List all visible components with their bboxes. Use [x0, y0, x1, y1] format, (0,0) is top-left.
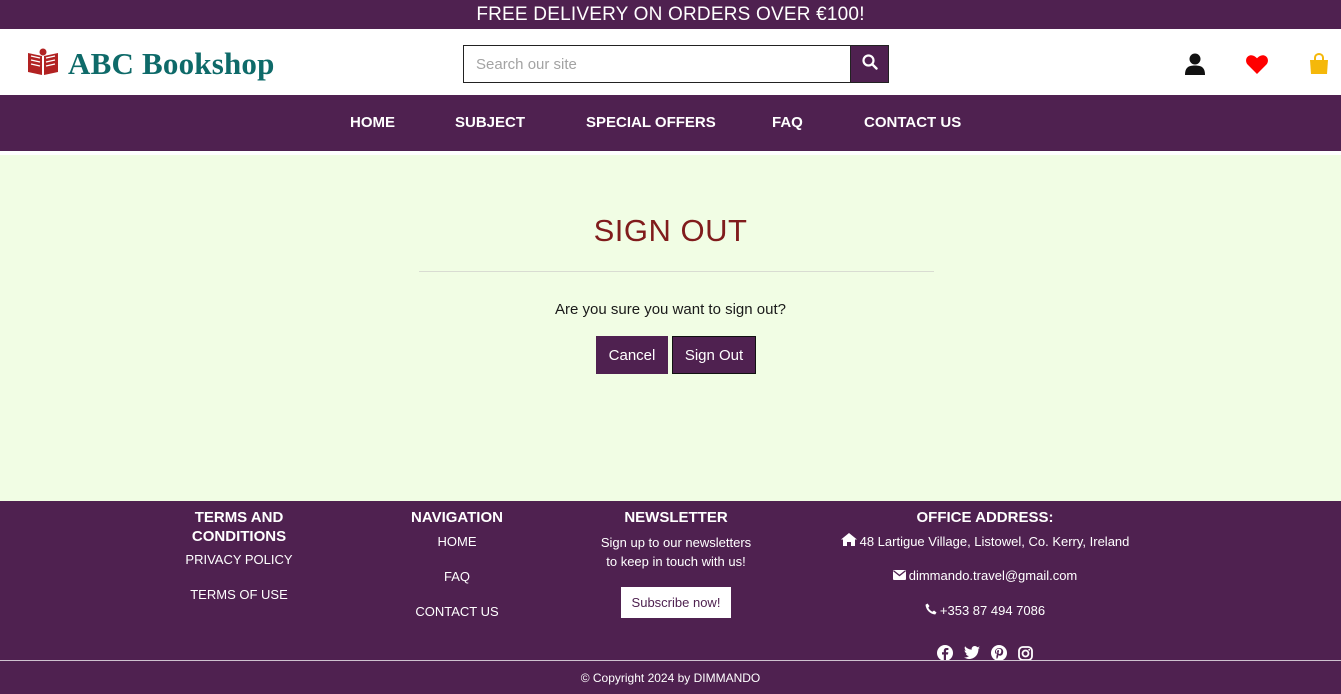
logo[interactable]: ABC Bookshop [26, 46, 275, 82]
facebook-icon[interactable] [936, 645, 953, 661]
newsletter-text-line2: to keep in touch with us! [606, 554, 746, 569]
copyright-text: © Copyright 2024 by DIMMANDO [580, 671, 761, 685]
nav-item-faq[interactable]: FAQ [772, 95, 803, 151]
footer-navigation-column: NAVIGATION HOME FAQ CONTACT US [392, 508, 522, 619]
instagram-icon[interactable] [1018, 645, 1034, 661]
footer-newsletter-heading: NEWSLETTER [624, 509, 728, 526]
footer-faq-link[interactable]: FAQ [392, 569, 522, 584]
nav-item-subject[interactable]: SUBJECT [455, 95, 525, 151]
pinterest-icon[interactable] [990, 645, 1007, 661]
sign-out-question: Are you sure you want to sign out? [555, 301, 786, 318]
home-icon [840, 533, 857, 549]
footer-terms-column: TERMS AND CONDITIONS PRIVACY POLICY TERM… [164, 508, 314, 602]
site-footer: TERMS AND CONDITIONS PRIVACY POLICY TERM… [0, 501, 1341, 694]
sign-out-section: SIGN OUT Are you sure you want to sign o… [0, 151, 1341, 501]
footer-terms-heading-line1: TERMS AND [194, 509, 284, 526]
open-book-icon [26, 47, 60, 82]
footer-home-link[interactable]: HOME [392, 534, 522, 549]
site-header: ABC Bookshop [0, 29, 1341, 95]
office-email: dimmando.travel@gmail.com [835, 568, 1135, 583]
terms-of-use-link[interactable]: TERMS OF USE [164, 587, 314, 602]
search-icon [861, 53, 878, 75]
footer-terms-heading-line2: CONDITIONS [191, 528, 287, 545]
sign-out-button[interactable]: Sign Out [672, 336, 756, 374]
office-phone: +353 87 494 7086 [835, 603, 1135, 618]
footer-navigation-heading: NAVIGATION [411, 509, 503, 526]
office-email-text[interactable]: dimmando.travel@gmail.com [909, 568, 1078, 583]
office-address-text: 48 Lartigue Village, Listowel, Co. Kerry… [859, 533, 1130, 549]
search-button[interactable] [850, 45, 889, 83]
heart-icon[interactable] [1246, 53, 1268, 75]
footer-divider [0, 660, 1341, 661]
cancel-button[interactable]: Cancel [596, 336, 668, 374]
footer-office-column: OFFICE ADDRESS: 48 Lartigue Village, Lis… [835, 508, 1135, 668]
page-title: SIGN OUT [593, 213, 748, 248]
newsletter-text-line1: Sign up to our newsletters [600, 535, 752, 550]
search-form [463, 45, 889, 83]
shopping-bag-icon[interactable] [1308, 53, 1330, 75]
logo-text: ABC Bookshop [68, 46, 275, 81]
title-divider [419, 271, 934, 272]
nav-item-home[interactable]: HOME [350, 95, 395, 151]
footer-newsletter-column: NEWSLETTER Sign up to our newsletters to… [586, 508, 766, 618]
nav-item-special-offers[interactable]: SPECIAL OFFERS [586, 95, 716, 151]
main-nav: HOME SUBJECT SPECIAL OFFERS FAQ CONTACT … [0, 95, 1341, 151]
search-input[interactable] [463, 45, 850, 83]
user-icon[interactable] [1184, 53, 1206, 75]
subscribe-button[interactable]: Subscribe now! [621, 587, 731, 618]
twitter-icon[interactable] [963, 645, 980, 661]
office-phone-text[interactable]: +353 87 494 7086 [940, 603, 1045, 618]
footer-office-heading: OFFICE ADDRESS: [916, 509, 1054, 526]
social-links [835, 645, 1135, 661]
office-address: 48 Lartigue Village, Listowel, Co. Kerry… [835, 533, 1135, 549]
footer-contact-us-link[interactable]: CONTACT US [392, 604, 522, 619]
nav-item-contact-us[interactable]: CONTACT US [864, 95, 961, 151]
privacy-policy-link[interactable]: PRIVACY POLICY [164, 552, 314, 567]
phone-icon [925, 603, 937, 618]
delivery-banner: FREE DELIVERY ON ORDERS OVER €100! [0, 0, 1341, 29]
envelope-icon [892, 568, 906, 583]
